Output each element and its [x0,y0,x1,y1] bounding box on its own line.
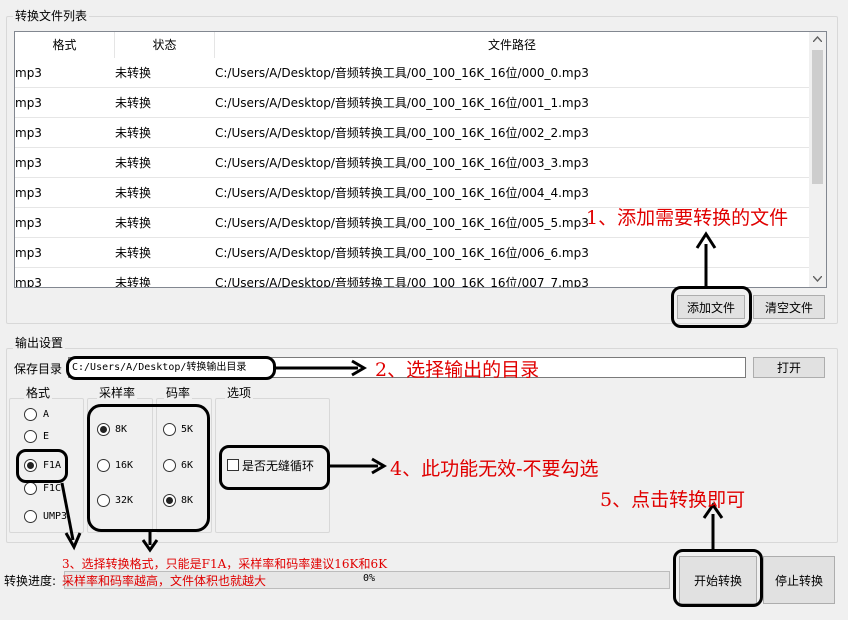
annotation-step-5: 5、点击转换即可 [600,489,746,511]
annotation-step-3-line1: 3、选择转换格式，只能是F1A，采样率和码率建议16K和6K [62,557,388,571]
annotation-step-1: 1、添加需要转换的文件 [586,207,789,229]
annotation-step-4: 4、此功能无效-不要勾选 [390,458,599,480]
annotation-step-2: 2、选择输出的目录 [375,359,540,381]
annotation-arrows [60,231,724,553]
annotation-step-3-line2: 采样率和码率越高，文件体积也就越大 [62,574,267,588]
